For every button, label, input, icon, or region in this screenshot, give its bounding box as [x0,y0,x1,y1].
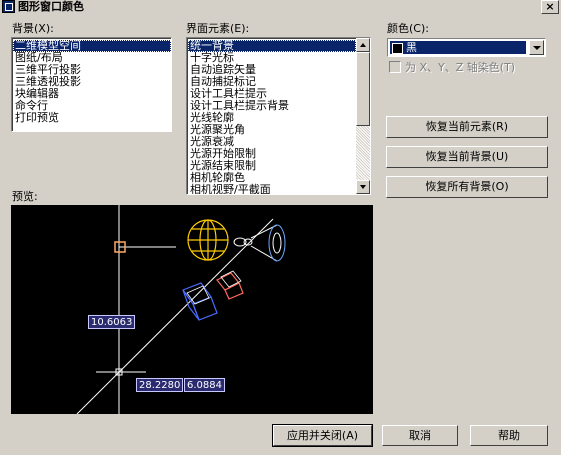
preview-label: 预览: [12,190,38,203]
color-selected: 黑 [390,41,526,54]
close-button[interactable]: × [541,0,559,14]
scroll-up-arrow-icon[interactable] [356,38,370,52]
title-bar: 图形窗口颜色 × [0,0,561,15]
tint-axes-label: 为 X、Y、Z 轴染色(T) [405,61,516,74]
apply-close-button[interactable]: 应用并关闭(A) [272,424,373,447]
element-label: 界面元素(E): [186,22,250,35]
dimension-vertical: 10.6063 [88,315,136,329]
light-bulb-icon [187,219,229,261]
context-listbox[interactable]: 二维模型空间 图纸/布局 三维平行投影 三维透视投影 块编辑器 命令行 打印预览 [11,37,172,132]
preview-canvas: 10.6063 28.2280 6.0884 [11,205,373,414]
dimension-b: 6.0884 [184,378,225,392]
scroll-thumb[interactable] [356,52,370,126]
context-label: 背景(X): [12,22,54,35]
scroll-down-arrow-icon[interactable] [356,180,370,194]
element-list-item[interactable]: 相机视野/平截面 [188,184,356,195]
app-icon [2,0,15,13]
help-button[interactable]: 帮助 [470,425,548,446]
color-value: 黑 [406,41,417,54]
color-label: 颜色(C): [387,22,429,35]
element-scrollbar[interactable] [356,38,370,194]
color-dropdown[interactable]: 黑 [387,38,546,57]
restore-element-button[interactable]: 恢复当前元素(R) [386,116,548,138]
chevron-down-icon[interactable] [529,40,544,55]
window-title: 图形窗口颜色 [18,0,84,13]
context-list-item[interactable]: 打印预览 [13,112,171,124]
tint-axes-checkbox[interactable] [389,61,401,73]
restore-context-button[interactable]: 恢复当前背景(U) [386,146,548,168]
element-listbox[interactable]: 统一背景 十字光标 自动追踪矢量 自动捕捉标记 设计工具栏提示 设计工具栏提示背景 光线轮廓… [186,37,371,195]
dimension-a: 28.2280 [136,378,184,392]
spotlight-icon [233,224,286,262]
restore-all-button[interactable]: 恢复所有背景(O) [386,176,548,198]
color-swatch [392,43,403,54]
cancel-button[interactable]: 取消 [382,425,458,446]
